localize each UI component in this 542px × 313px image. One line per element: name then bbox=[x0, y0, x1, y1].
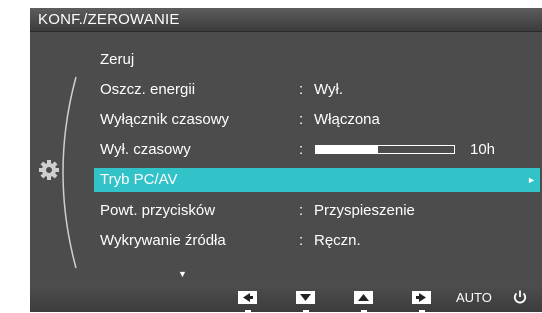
right-arrow-key-icon[interactable] bbox=[412, 291, 431, 313]
menu-title: KONF./ZEROWANIE bbox=[38, 11, 180, 28]
gear-icon bbox=[38, 159, 60, 181]
menu-item-wylacznik-czasowy[interactable]: Wyłącznik czasowy : Włączona bbox=[94, 108, 540, 132]
power-icon[interactable] bbox=[512, 289, 528, 305]
left-arrow-key-icon[interactable] bbox=[238, 291, 257, 313]
menu-item-powt-przyciskow[interactable]: Powt. przycisków : Przyspieszenie bbox=[94, 199, 540, 223]
menu-panel: Zeruj Oszcz. energii : Wył. Wyłącznik cz… bbox=[30, 32, 542, 283]
menu-item-value: Włączona bbox=[314, 111, 380, 128]
auto-button-label[interactable]: AUTO bbox=[456, 290, 492, 305]
menu-item-label: Wyłącznik czasowy bbox=[100, 111, 230, 128]
menu-item-value: Przyspieszenie bbox=[314, 202, 415, 219]
menu-item-label: Wył. czasowy bbox=[100, 141, 191, 158]
button-guide-bar: AUTO bbox=[30, 284, 542, 313]
menu-item-label: Powt. przycisków bbox=[100, 202, 216, 219]
timer-progress-fill bbox=[316, 146, 379, 153]
menu-item-zeruj[interactable]: Zeruj bbox=[94, 48, 540, 72]
down-arrow-key-icon[interactable] bbox=[296, 291, 315, 313]
timer-value: 10h bbox=[470, 141, 496, 158]
menu-item-tryb-pc-av[interactable]: Tryb PC/AV ► bbox=[94, 168, 540, 192]
chevron-right-icon: ► bbox=[527, 175, 536, 185]
osd-menu: KONF./ZEROWANIE Zeruj Oszcz. energii: W… bbox=[30, 8, 542, 313]
menu-item-label: Wykrywanie źródła bbox=[100, 232, 226, 249]
menu-item-colon: : bbox=[299, 202, 304, 219]
menu-item-colon: : bbox=[299, 232, 304, 249]
menu-item-value: Ręczn. bbox=[314, 232, 361, 249]
menu-item-label: Oszcz. energii bbox=[100, 81, 196, 98]
menu-item-wykrywanie-zrodla[interactable]: Wykrywanie źródła : Ręczn. bbox=[94, 229, 540, 253]
menu-item-label: Zeruj bbox=[100, 51, 135, 68]
menu-item-oszcz-energii[interactable]: Oszcz. energii : Wył. bbox=[94, 78, 540, 102]
up-arrow-key-icon[interactable] bbox=[354, 291, 373, 313]
title-bar: KONF./ZEROWANIE bbox=[30, 8, 542, 32]
chevron-down-icon: ▼ bbox=[178, 269, 187, 279]
menu-item-value: Wył. bbox=[314, 81, 344, 98]
menu-item-colon: : bbox=[299, 81, 304, 98]
menu-item-wyl-czasowy[interactable]: Wył. czasowy : 10h bbox=[94, 138, 540, 162]
menu-item-colon: : bbox=[299, 111, 304, 128]
menu-item-colon: : bbox=[299, 141, 304, 158]
timer-progress-bar bbox=[315, 145, 455, 154]
menu-item-label: Tryb PC/AV bbox=[100, 171, 178, 188]
